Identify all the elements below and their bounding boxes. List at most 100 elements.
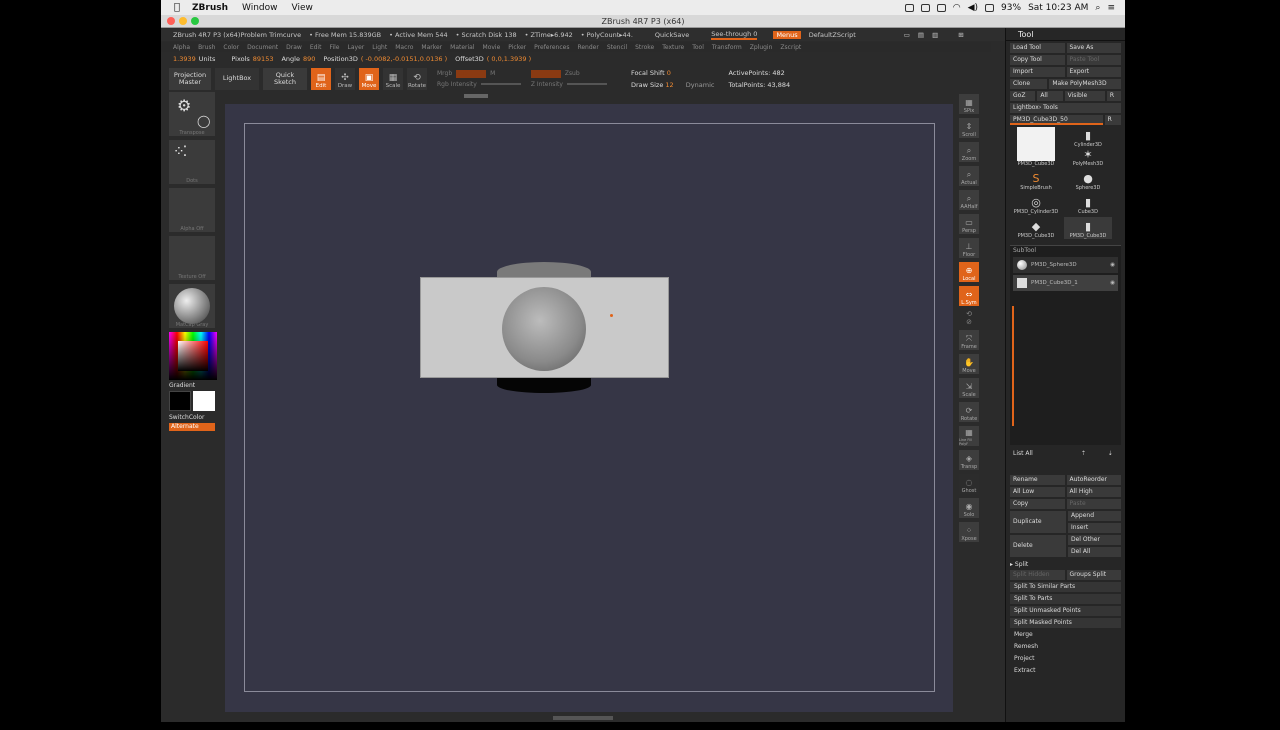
menu-alpha[interactable]: Alpha xyxy=(173,44,190,51)
rgb-intensity-slider[interactable] xyxy=(480,83,521,85)
canvas-bottom-handle[interactable] xyxy=(553,716,613,720)
material-button[interactable]: MatCap Gray xyxy=(169,284,215,328)
split-masked-button[interactable]: Split Masked Points xyxy=(1010,618,1121,628)
subtool-item[interactable]: PM3D_Sphere3D ◉ xyxy=(1013,257,1118,273)
app-menu[interactable]: ZBrush xyxy=(192,3,228,13)
menu-stroke[interactable]: Stroke xyxy=(635,44,654,51)
del-all-button[interactable]: Del All xyxy=(1068,547,1121,557)
zsub-button[interactable]: Zsub xyxy=(565,70,580,77)
groups-split-button[interactable]: Groups Split xyxy=(1066,570,1121,580)
aahalf-button[interactable]: ⌕ AAHalf xyxy=(959,190,979,210)
draw-button[interactable]: ✣ Draw xyxy=(335,67,355,90)
focal-shift-slider[interactable]: Focal Shift 0 xyxy=(631,69,715,77)
tool-thumb[interactable]: ▮ Cylinder3D ✶ PolyMesh3D xyxy=(1064,127,1112,167)
load-tool-button[interactable]: Load Tool xyxy=(1010,43,1065,53)
del-other-button[interactable]: Del Other xyxy=(1068,535,1121,545)
view-menu[interactable]: View xyxy=(292,3,313,13)
menu-tool[interactable]: Tool xyxy=(692,44,704,51)
status-icon[interactable] xyxy=(920,3,930,12)
split-to-parts-button[interactable]: Split To Parts xyxy=(1010,594,1121,604)
menu-zscript[interactable]: Zscript xyxy=(780,44,801,51)
local-button[interactable]: ⊕ Local xyxy=(959,262,979,282)
document-canvas[interactable] xyxy=(225,104,953,712)
canvas-top-handle[interactable] xyxy=(464,94,488,98)
eye-icon[interactable]: ◉ xyxy=(1110,280,1118,286)
menu-material[interactable]: Material xyxy=(450,44,474,51)
z-intensity-slider[interactable] xyxy=(566,83,607,85)
lsym-button[interactable]: ⇔ L.Sym xyxy=(959,286,979,306)
draw-size-slider[interactable]: Draw Size 12 Dynamic xyxy=(631,81,715,89)
edit-button[interactable]: ▤ Edit xyxy=(311,67,331,90)
color-picker[interactable] xyxy=(169,332,217,380)
alpha-button[interactable]: Alpha Off xyxy=(169,188,215,232)
layout-icon[interactable]: ⊞ xyxy=(958,31,963,39)
xpose-button[interactable]: ⁘ Xpose xyxy=(959,522,979,542)
wifi-icon[interactable]: ◠ xyxy=(953,3,961,13)
tool-thumb[interactable]: ▮ Cube3D xyxy=(1064,193,1112,215)
goz-button[interactable]: GoZ xyxy=(1010,91,1036,101)
minimize-icon[interactable] xyxy=(179,17,187,25)
tool-thumb[interactable]: S SimpleBrush xyxy=(1012,169,1060,191)
layout-icon[interactable]: ▥ xyxy=(932,31,938,39)
copy-button[interactable]: Copy xyxy=(1010,499,1065,509)
r-button[interactable]: R xyxy=(1106,91,1121,101)
quick-sketch-button[interactable]: Quick Sketch xyxy=(263,67,307,90)
make-polymesh-button[interactable]: Make PolyMesh3D xyxy=(1049,79,1121,89)
menu-layer[interactable]: Layer xyxy=(348,44,365,51)
tool-thumb[interactable]: ◆ PM3D_Cube3D xyxy=(1012,217,1060,239)
switch-color-button[interactable]: SwitchColor xyxy=(169,414,221,421)
main-color-swatch[interactable] xyxy=(193,391,215,411)
tool-palette-header[interactable]: Tool xyxy=(1006,28,1125,41)
dynamic-button[interactable]: Dynamic xyxy=(686,81,715,89)
volume-icon[interactable]: ◀) xyxy=(968,3,978,13)
lightbox-button[interactable]: LightBox xyxy=(215,67,259,90)
import-button[interactable]: Import xyxy=(1010,67,1065,77)
menu-document[interactable]: Document xyxy=(247,44,278,51)
menu-render[interactable]: Render xyxy=(577,44,598,51)
floor-button[interactable]: ⊥ Floor xyxy=(959,238,979,258)
visible-button[interactable]: Visible xyxy=(1064,91,1105,101)
see-through-slider[interactable]: See-through 0 xyxy=(711,30,758,40)
close-icon[interactable] xyxy=(167,17,175,25)
sphere-mesh[interactable] xyxy=(502,287,586,371)
move-view-button[interactable]: ✋ Move xyxy=(959,354,979,374)
save-as-button[interactable]: Save As xyxy=(1066,43,1121,53)
all-high-button[interactable]: All High xyxy=(1066,487,1121,497)
insert-button[interactable]: Insert xyxy=(1068,523,1121,533)
status-icon[interactable] xyxy=(904,3,914,12)
r-button[interactable]: R xyxy=(1104,115,1121,125)
zoom-button[interactable]: ⌕ Zoom xyxy=(959,142,979,162)
paste-tool-button[interactable]: Paste Tool xyxy=(1066,55,1121,65)
status-icon[interactable] xyxy=(936,3,946,12)
split-section-header[interactable]: ▸ Split xyxy=(1006,561,1125,568)
list-all-button[interactable]: List All xyxy=(1010,449,1067,459)
zadd-button[interactable] xyxy=(530,69,561,78)
scroll-button[interactable]: ⇕ Scroll xyxy=(959,118,979,138)
menu-marker[interactable]: Marker xyxy=(421,44,442,51)
mrgb-button[interactable]: Mrgb xyxy=(437,70,452,77)
remesh-section[interactable]: Remesh xyxy=(1010,642,1121,652)
projection-master-button[interactable]: Projection Master xyxy=(169,67,211,90)
menu-edit[interactable]: Edit xyxy=(310,44,322,51)
frame-button[interactable]: ⤧ Frame xyxy=(959,330,979,350)
menu-zplugin[interactable]: Zplugin xyxy=(750,44,773,51)
menu-file[interactable]: File xyxy=(329,44,339,51)
spix-button[interactable]: ▦ SPix xyxy=(959,94,979,114)
extract-section[interactable]: Extract xyxy=(1010,666,1121,676)
split-similar-parts-button[interactable]: Split To Similar Parts xyxy=(1010,582,1121,592)
merge-section[interactable]: Merge xyxy=(1010,630,1121,640)
menu-preferences[interactable]: Preferences xyxy=(534,44,569,51)
menus-button[interactable]: Menus xyxy=(773,31,801,39)
actual-button[interactable]: ⌕ Actual xyxy=(959,166,979,186)
tool-thumb[interactable]: ▮ PM3D_Cube3D xyxy=(1064,217,1112,239)
menu-light[interactable]: Light xyxy=(372,44,387,51)
xyz-icon[interactable]: ⟲ ⊘ xyxy=(957,310,981,330)
m-button[interactable]: M xyxy=(490,70,495,77)
copy-tool-button[interactable]: Copy Tool xyxy=(1010,55,1065,65)
solo-button[interactable]: ◉ Solo xyxy=(959,498,979,518)
auto-reorder-button[interactable]: AutoReorder xyxy=(1066,475,1121,485)
menu-macro[interactable]: Macro xyxy=(395,44,413,51)
layout-icon[interactable]: ▤ xyxy=(918,31,924,39)
project-section[interactable]: Project xyxy=(1010,654,1121,664)
transp-button[interactable]: ◈ Transp xyxy=(959,450,979,470)
